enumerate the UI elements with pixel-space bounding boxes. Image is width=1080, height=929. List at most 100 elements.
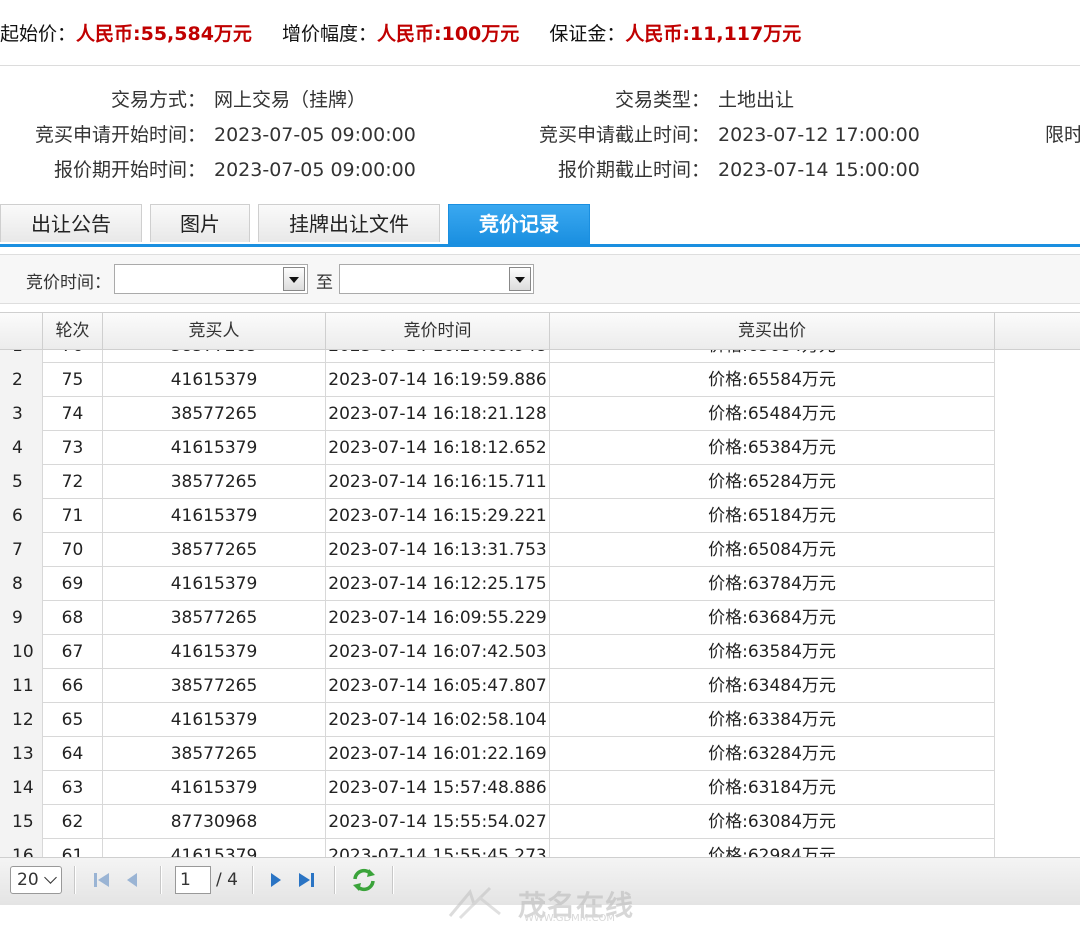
bidder-cell: 41615379: [103, 431, 326, 465]
bid-time-to-select[interactable]: [339, 264, 534, 294]
bid-time-cell: 2023-07-14 16:19:59.886: [326, 363, 550, 397]
bidder-cell: 41615379: [103, 499, 326, 533]
table-row[interactable]: 16 61 41615379 2023-07-14 15:55:45.273 价格:62…: [0, 839, 995, 858]
bidder-cell: 41615379: [103, 771, 326, 805]
last-page-icon[interactable]: [294, 868, 318, 892]
apply-start-label: 竞买申请开始时间：: [34, 124, 206, 146]
row-number: 8: [0, 567, 43, 601]
bidder-cell: 38577265: [103, 737, 326, 771]
table-row[interactable]: 9 68 38577265 2023-07-14 16:09:55.229 价格:636…: [0, 601, 995, 635]
table-row[interactable]: 176385772652023-07-14 16:20:05.948价格:656…: [0, 349, 995, 363]
grid-body[interactable]: 176385772652023-07-14 16:20:05.948价格:656…: [0, 349, 1080, 858]
price-summary: 起始价：人民币:55,584万元 增价幅度：人民币:100万元 保证金：人民币:…: [0, 0, 1080, 66]
quote-start-label: 报价期开始时间：: [53, 159, 206, 181]
prev-page-icon[interactable]: [120, 868, 144, 892]
table-row[interactable]: 14 63 41615379 2023-07-14 15:57:48.886 价格:63…: [0, 771, 995, 805]
bid-time-cell: 2023-07-14 16:07:42.503: [326, 635, 550, 669]
bidder-cell: 41615379: [103, 635, 326, 669]
bidder-cell: 41615379: [103, 703, 326, 737]
table-row[interactable]: 4 73 41615379 2023-07-14 16:18:12.652 价格:653…: [0, 431, 995, 465]
dropdown-arrow-icon[interactable]: [509, 267, 531, 291]
trade-type-label: 交易类型：: [614, 89, 710, 111]
start-price-value: 人民币:55,584万元: [76, 23, 252, 45]
quote-start-value: 2023-07-05 09:00:00: [214, 159, 416, 181]
tab-announcement[interactable]: 出让公告: [0, 204, 142, 242]
table-row[interactable]: 6 71 41615379 2023-07-14 16:15:29.221 价格:651…: [0, 499, 995, 533]
chevron-down-icon: [44, 871, 57, 884]
header-round[interactable]: 轮次: [43, 313, 103, 349]
quote-end-value: 2023-07-14 15:00:00: [718, 159, 920, 181]
tab-listing-documents[interactable]: 挂牌出让文件: [258, 204, 440, 242]
next-page-icon[interactable]: [264, 868, 288, 892]
current-page-input[interactable]: 1: [175, 866, 211, 894]
bid-price-cell: 价格:63584万元: [550, 635, 995, 669]
bid-time-cell: 2023-07-14 16:05:47.807: [326, 669, 550, 703]
round-cell: 63: [43, 771, 103, 805]
bid-time-from-select[interactable]: [114, 264, 308, 294]
bid-time-cell: 2023-07-14 16:09:55.229: [326, 601, 550, 635]
row-number: 16: [0, 839, 43, 858]
header-bidder[interactable]: 竞买人: [103, 313, 326, 349]
table-row[interactable]: 2 75 41615379 2023-07-14 16:19:59.886 价格:655…: [0, 363, 995, 397]
first-page-icon[interactable]: [90, 868, 114, 892]
header-bid-time[interactable]: 竞价时间: [326, 313, 550, 349]
start-price-label: 起始价：: [0, 23, 77, 45]
table-row[interactable]: 8 69 41615379 2023-07-14 16:12:25.175 价格:637…: [0, 567, 995, 601]
pager-separator: [392, 866, 394, 894]
bid-price-cell: 价格:63284万元: [550, 737, 995, 771]
header-bid-price[interactable]: 竞买出价: [550, 313, 995, 349]
bid-time-cell: 2023-07-14 16:20:05.948: [326, 349, 550, 363]
pager-separator: [74, 866, 76, 894]
time-limit-label: 限时: [1045, 124, 1080, 146]
bid-price-cell: 价格:65384万元: [550, 431, 995, 465]
row-number: 10: [0, 635, 43, 669]
table-row[interactable]: 13 64 38577265 2023-07-14 16:01:22.169 价格:63…: [0, 737, 995, 771]
bidder-cell: 38577265: [103, 465, 326, 499]
table-row[interactable]: 12 65 41615379 2023-07-14 16:02:58.104 价格:63…: [0, 703, 995, 737]
bid-time-cell: 2023-07-14 16:18:12.652: [326, 431, 550, 465]
apply-start-value: 2023-07-05 09:00:00: [214, 124, 416, 146]
bid-records-grid: 轮次 竞买人 竞价时间 竞买出价 176385772652023-07-14 1…: [0, 312, 1080, 858]
row-number: 2: [0, 363, 43, 397]
header-rownum: [0, 313, 43, 349]
bid-price-cell: 价格:62984万元: [550, 839, 995, 858]
bidder-cell: 87730968: [103, 805, 326, 839]
trade-mode-label: 交易方式：: [110, 89, 206, 111]
bid-time-cell: 2023-07-14 16:13:31.753: [326, 533, 550, 567]
deposit-label: 保证金：: [549, 23, 626, 45]
tab-images[interactable]: 图片: [150, 204, 250, 242]
bid-time-cell: 2023-07-14 15:55:45.273: [326, 839, 550, 858]
watermark-logo: 茂名在线 WWW.GDMM.COM: [440, 884, 650, 924]
page-size-select[interactable]: 20: [10, 866, 62, 894]
bid-price-cell: 价格:65184万元: [550, 499, 995, 533]
bid-time-cell: 2023-07-14 15:55:54.027: [326, 805, 550, 839]
row-number: 15: [0, 805, 43, 839]
tab-bid-records[interactable]: 竞价记录: [448, 204, 590, 244]
bid-price-cell: 价格:65584万元: [550, 363, 995, 397]
row-number: 12: [0, 703, 43, 737]
quote-end-label: 报价期截止时间：: [557, 159, 710, 181]
refresh-icon[interactable]: [350, 866, 378, 894]
bidder-cell: 38577265: [103, 349, 326, 363]
round-cell: 64: [43, 737, 103, 771]
table-row[interactable]: 7 70 38577265 2023-07-14 16:13:31.753 价格:650…: [0, 533, 995, 567]
round-cell: 76: [43, 349, 103, 363]
round-cell: 74: [43, 397, 103, 431]
row-number: 3: [0, 397, 43, 431]
table-row[interactable]: 11 66 38577265 2023-07-14 16:05:47.807 价格:63…: [0, 669, 995, 703]
bid-time-cell: 2023-07-14 15:57:48.886: [326, 771, 550, 805]
table-row[interactable]: 5 72 38577265 2023-07-14 16:16:15.711 价格:652…: [0, 465, 995, 499]
bid-price-cell: 价格:65484万元: [550, 397, 995, 431]
grid-header: 轮次 竞买人 竞价时间 竞买出价: [0, 313, 1080, 350]
table-row[interactable]: 10 67 41615379 2023-07-14 16:07:42.503 价格:63…: [0, 635, 995, 669]
table-row[interactable]: 3 74 38577265 2023-07-14 16:18:21.128 价格:654…: [0, 397, 995, 431]
table-row[interactable]: 15 62 87730968 2023-07-14 15:55:54.027 价格:63…: [0, 805, 995, 839]
round-cell: 66: [43, 669, 103, 703]
round-cell: 65: [43, 703, 103, 737]
bidder-cell: 38577265: [103, 601, 326, 635]
row-number: 13: [0, 737, 43, 771]
round-cell: 61: [43, 839, 103, 858]
bid-time-label: 竞价时间：: [26, 273, 111, 293]
apply-end-label: 竞买申请截止时间：: [538, 124, 710, 146]
dropdown-arrow-icon[interactable]: [283, 267, 305, 291]
